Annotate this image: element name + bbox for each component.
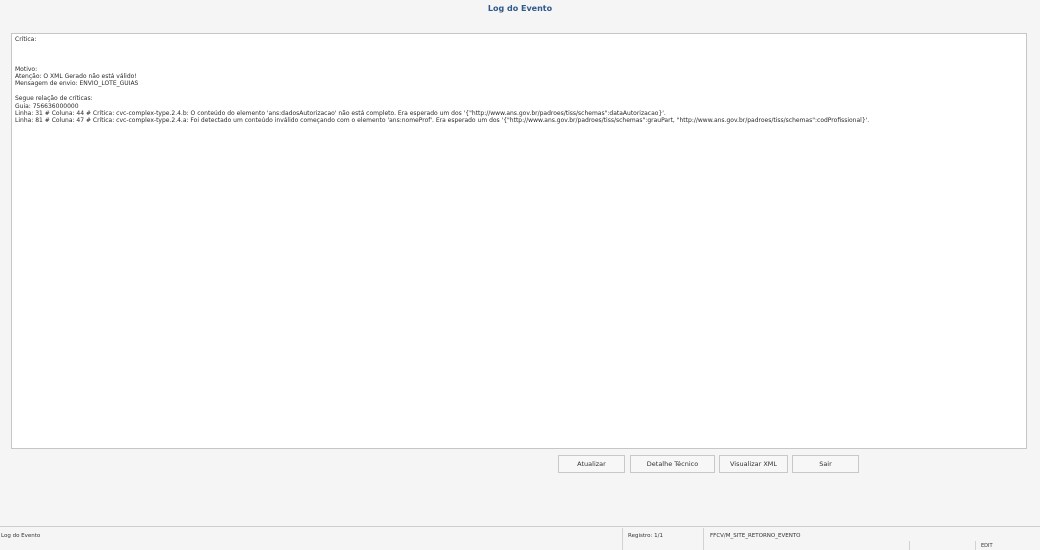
visualizar-xml-button[interactable]: Visualizar XML [719, 455, 788, 473]
status-bar: Log do Evento Registro: 1/1 FFCV/M_SITE_… [0, 526, 1040, 550]
log-line: Motivo: [15, 65, 38, 73]
button-row: Atualizar Detalhe Técnico Visualizar XML… [0, 455, 1040, 473]
log-line: Crítica: [15, 36, 37, 43]
window-title: Log do Evento [487, 4, 553, 13]
log-line: Atenção: O XML Gerado não está válido! [15, 72, 137, 80]
status-divider [703, 528, 704, 550]
atualizar-button[interactable]: Atualizar [558, 455, 625, 473]
log-line: Guia: 756636000000 [15, 102, 79, 110]
status-divider [622, 528, 623, 550]
status-program: FFCV/M_SITE_RETORNO_EVENTO [710, 533, 801, 539]
log-line: Segue relação de críticas: [15, 95, 93, 103]
status-registro: Registro: 1/1 [628, 533, 663, 539]
log-line: Mensagem de envio: ENVIO_LOTE_GUIAS [15, 80, 139, 88]
sair-button[interactable]: Sair [792, 455, 859, 473]
detalhe-tecnico-button[interactable]: Detalhe Técnico [630, 455, 715, 473]
status-screen-name: Log do Evento [1, 533, 41, 539]
status-mode: EDIT [981, 543, 993, 549]
log-line: Linha: 31 # Coluna: 44 # Crítica: cvc-co… [15, 109, 666, 117]
log-line: Linha: 81 # Coluna: 47 # Crítica: cvc-co… [15, 117, 870, 125]
log-text-area[interactable]: Crítica: Motivo: Atenção: O XML Gerado n… [11, 33, 1027, 449]
